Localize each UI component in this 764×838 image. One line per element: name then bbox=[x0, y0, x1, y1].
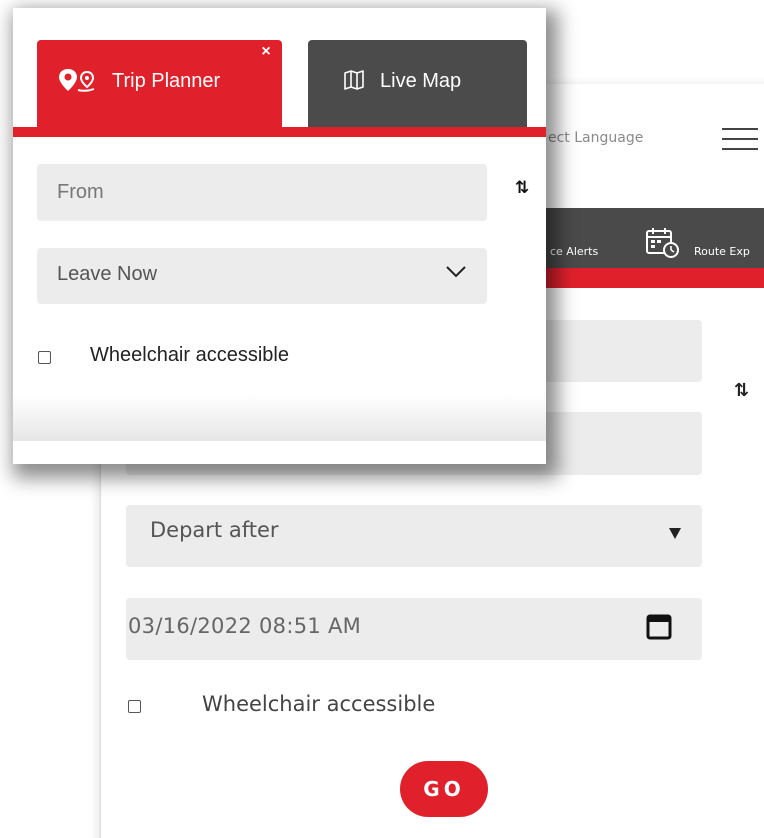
from-input[interactable] bbox=[37, 164, 487, 221]
map-icon bbox=[344, 70, 364, 90]
go-button[interactable]: GO bbox=[400, 761, 488, 817]
leave-time-value: Leave Now bbox=[57, 263, 158, 285]
wheelchair-checkbox[interactable] bbox=[128, 700, 141, 713]
popup-bottom bbox=[13, 441, 546, 464]
calendar-clock-icon bbox=[646, 228, 679, 258]
popup-fade bbox=[13, 395, 546, 441]
close-icon[interactable]: × bbox=[258, 44, 274, 60]
swap-icon[interactable]: ⇅ bbox=[734, 380, 749, 401]
tab-bar-accent bbox=[13, 127, 546, 137]
datetime-value: 03/16/2022 08:51 AM bbox=[128, 614, 362, 638]
swap-icon[interactable]: ⇅ bbox=[515, 178, 529, 198]
nav-route-explorer[interactable]: Route Exp bbox=[694, 245, 764, 258]
caret-down-icon bbox=[669, 528, 681, 539]
background-nav-accent bbox=[545, 268, 764, 288]
select-language-link[interactable]: ect Language bbox=[548, 130, 643, 146]
tab-live-map-label: Live Map bbox=[380, 70, 462, 92]
location-pin-icon bbox=[59, 69, 95, 92]
wheelchair-label: Wheelchair accessible bbox=[90, 344, 289, 366]
wheelchair-checkbox[interactable] bbox=[38, 351, 51, 364]
hamburger-menu-icon[interactable] bbox=[722, 126, 758, 154]
chevron-down-icon bbox=[446, 266, 466, 278]
tab-trip-planner-label: Trip Planner bbox=[112, 70, 221, 92]
wheelchair-label: Wheelchair accessible bbox=[202, 692, 436, 716]
departure-select-value: Depart after bbox=[150, 518, 279, 542]
nav-service-alerts[interactable]: ce Alerts bbox=[550, 245, 598, 258]
calendar-icon[interactable] bbox=[646, 612, 672, 640]
